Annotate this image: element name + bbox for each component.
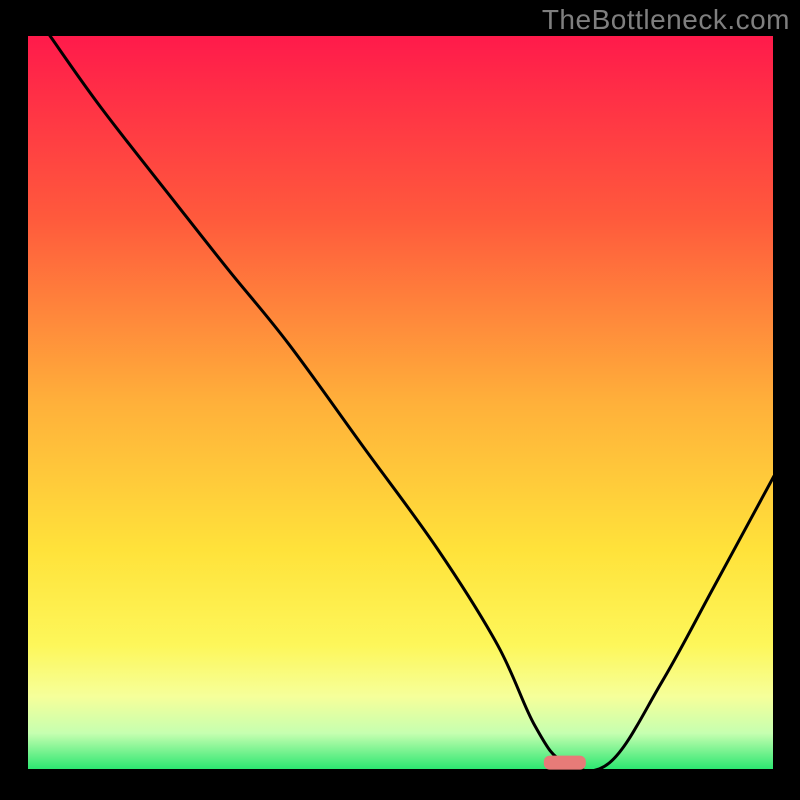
chart-frame: TheBottleneck.com [0,0,800,800]
optimal-point-marker [544,756,586,770]
watermark-text: TheBottleneck.com [542,4,790,36]
bottleneck-chart [0,0,800,800]
plot-background [27,35,774,770]
